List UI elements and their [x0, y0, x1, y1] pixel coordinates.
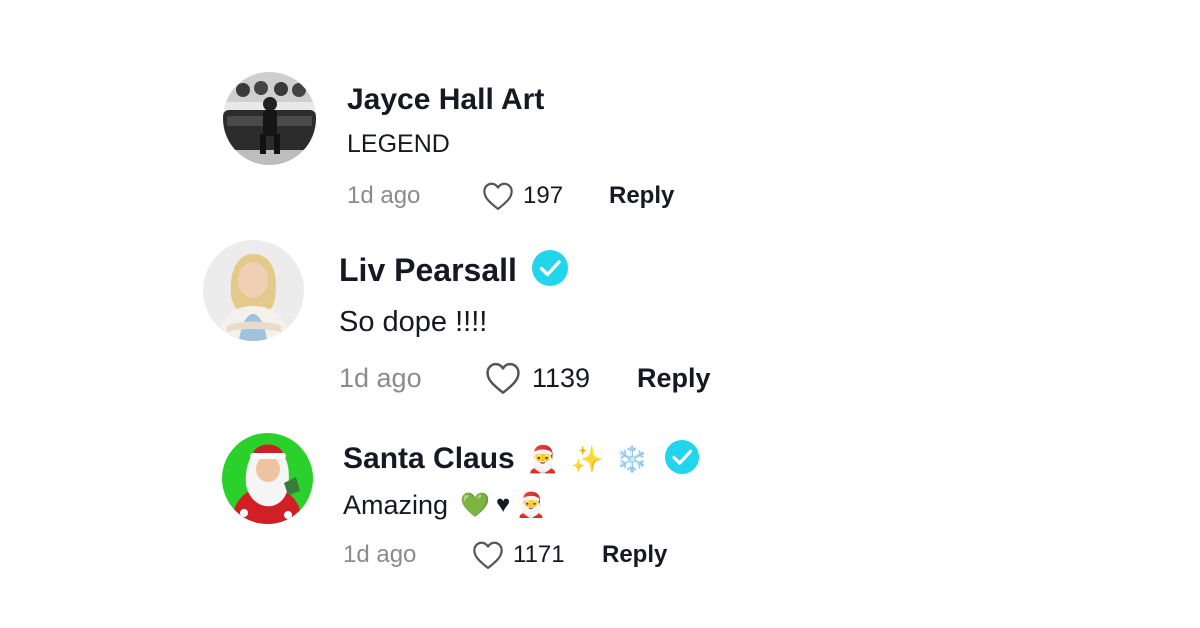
author-name[interactable]: Liv Pearsall	[339, 252, 517, 289]
avatar-photo	[203, 240, 304, 341]
comment-header: Jayce Hall Art	[347, 80, 544, 120]
comment-text: So dope !!!!	[339, 302, 487, 342]
like-button[interactable]: 1139	[484, 361, 637, 395]
black-heart-emoji-icon: ♥	[495, 491, 511, 518]
like-count: 197	[523, 182, 564, 209]
like-button[interactable]: 1171	[471, 540, 602, 570]
comment-header: Liv Pearsall	[339, 248, 569, 292]
heart-outline-icon	[473, 541, 503, 570]
avatar-photo	[223, 72, 316, 165]
author-name[interactable]: Santa Claus	[343, 442, 515, 476]
verified-badge-icon	[531, 249, 569, 292]
comment-text: Amazing 💚 ♥ 🎅	[343, 486, 546, 524]
like-button[interactable]: 197	[481, 181, 609, 211]
timestamp: 1d ago	[343, 541, 417, 568]
comment-text-content: LEGEND	[347, 129, 450, 158]
author-name[interactable]: Jayce Hall Art	[347, 83, 544, 117]
heart-outline-icon	[483, 182, 513, 211]
timestamp: 1d ago	[347, 182, 421, 209]
green-heart-emoji-icon: 💚	[460, 491, 490, 519]
santa-emoji-icon: 🎅	[526, 443, 560, 474]
avatar-photo	[222, 433, 313, 524]
reply-button[interactable]: Reply	[602, 541, 667, 569]
comment-text: LEGEND	[347, 126, 450, 162]
comment-text-content: Amazing	[343, 489, 449, 520]
like-count: 1139	[532, 362, 591, 393]
heart-outline-icon	[486, 362, 520, 394]
timestamp: 1d ago	[339, 362, 422, 393]
avatar[interactable]	[223, 72, 316, 165]
reply-button[interactable]: Reply	[637, 363, 711, 394]
like-count: 1171	[513, 541, 565, 568]
avatar[interactable]	[222, 433, 313, 524]
sparkles-emoji-icon: ✨	[571, 443, 604, 474]
santa-emoji-icon: 🎅	[516, 491, 547, 519]
comment-header: Santa Claus 🎅 ✨ ❄️	[343, 438, 700, 480]
reply-button[interactable]: Reply	[609, 182, 674, 210]
avatar[interactable]	[203, 240, 304, 341]
snowflake-emoji-icon: ❄️	[615, 443, 648, 474]
comment-meta: 1d ago 197 Reply	[347, 178, 674, 214]
verified-badge-icon	[664, 439, 700, 480]
comment-meta: 1d ago 1139 Reply	[339, 358, 711, 398]
comment-text-content: So dope !!!!	[339, 305, 488, 338]
comment-meta: 1d ago 1171 Reply	[343, 537, 667, 573]
